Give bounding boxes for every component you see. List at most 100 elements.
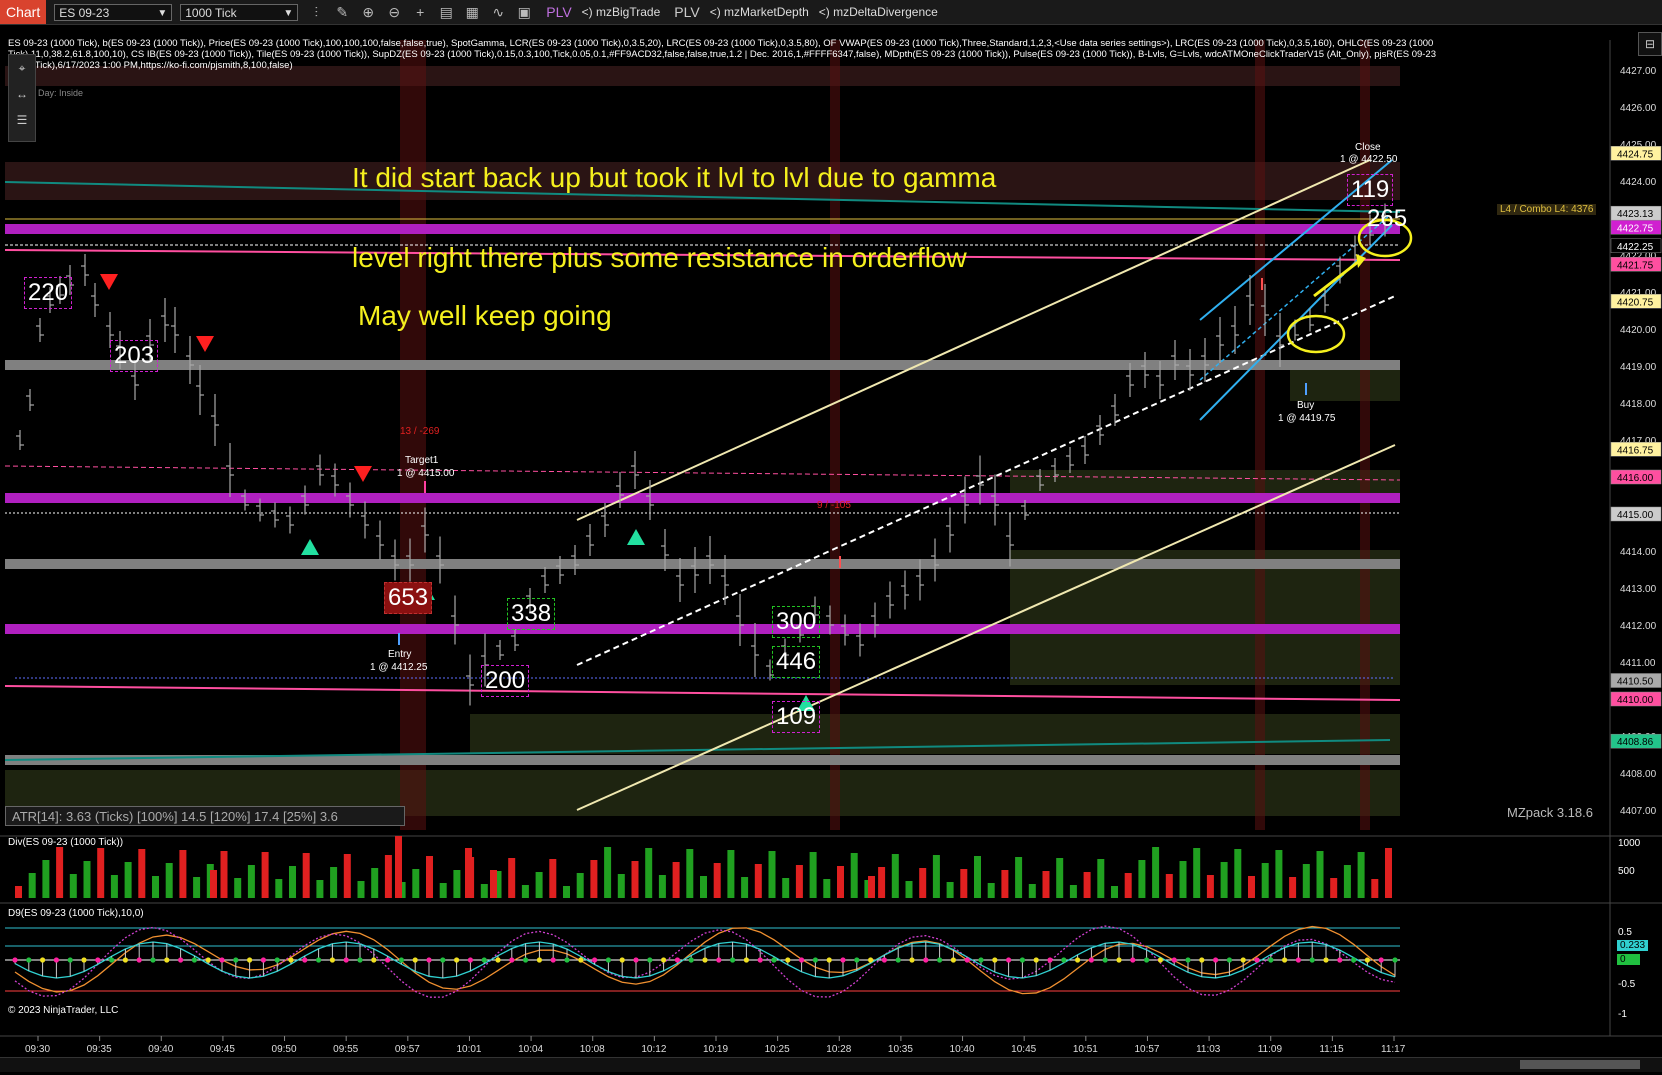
- price-tick-label: 4411.00: [1620, 658, 1656, 669]
- volume-cluster-box: 446: [772, 646, 821, 678]
- mzbigtrade-button[interactable]: <) mzBigTrade: [582, 5, 661, 19]
- time-tick-label: 09:40: [148, 1044, 173, 1055]
- time-axis: 09:30 09:35 09:40 09:45 09:50 09:55 09:57 10:01…: [25, 1036, 1406, 1055]
- trade-pnl-label: 9 / -105: [817, 500, 851, 511]
- div-bar: [617, 874, 625, 898]
- d9-dot: [1282, 957, 1288, 963]
- instrument-select[interactable]: ES 09-23 ▼: [54, 3, 173, 21]
- d9-dot: [633, 957, 639, 963]
- div-bar: [1138, 860, 1146, 898]
- div-bar: [878, 867, 886, 898]
- div-tick-500: 500: [1618, 866, 1635, 877]
- div-bar: [384, 855, 392, 898]
- d9-dot: [1033, 957, 1039, 963]
- crosshair-icon[interactable]: +: [412, 4, 428, 20]
- volume-cluster-box: 203: [110, 340, 159, 372]
- d9-tick: 0.5: [1618, 927, 1632, 938]
- chart-properties-button[interactable]: ⊟: [1638, 32, 1662, 56]
- div-bar: [69, 874, 77, 898]
- templates-icon[interactable]: ▣: [516, 4, 532, 21]
- d9-dot: [661, 957, 667, 963]
- div-bar: [1028, 884, 1036, 898]
- d9-dot: [895, 957, 901, 963]
- svg-text:4421.75: 4421.75: [1617, 260, 1654, 271]
- pencil-icon[interactable]: ✎: [334, 4, 350, 21]
- div-histogram: [15, 836, 1392, 898]
- indicators-icon[interactable]: ▦: [464, 4, 480, 21]
- price-tick-label: 4414.00: [1620, 547, 1657, 558]
- strategies-icon[interactable]: ∿: [490, 4, 506, 21]
- d9-dot: [509, 957, 515, 963]
- horizontal-scrollbar[interactable]: [0, 1057, 1662, 1072]
- d9-dot: [909, 957, 915, 963]
- svg-text:4410.50: 4410.50: [1617, 677, 1654, 688]
- d9-dot: [1323, 957, 1329, 963]
- d9-dot: [923, 957, 929, 963]
- d9-tick: -1: [1618, 1009, 1627, 1020]
- d9-dot: [205, 957, 211, 963]
- time-tick-label: 11:15: [1319, 1044, 1344, 1055]
- plv-button-1[interactable]: PLV: [546, 4, 571, 20]
- d9-dot: [1116, 957, 1122, 963]
- mzmarketdepth-button[interactable]: <) mzMarketDepth: [710, 5, 809, 19]
- period-select[interactable]: 1000 Tick ▼: [180, 3, 299, 21]
- d9-dot: [398, 957, 404, 963]
- d9-dot: [260, 957, 266, 963]
- d9-dot: [1309, 957, 1315, 963]
- time-tick-label: 09:55: [333, 1044, 358, 1055]
- div-bar: [480, 884, 488, 898]
- d9-dot: [647, 957, 653, 963]
- volume-cluster-box: 338: [507, 598, 556, 630]
- time-tick-label: 10:01: [456, 1044, 481, 1055]
- plv-button-2[interactable]: PLV: [674, 4, 699, 20]
- div-bar: [905, 881, 913, 898]
- time-tick-label: 10:12: [641, 1044, 666, 1055]
- zoom-in-icon[interactable]: ⊕: [360, 4, 376, 21]
- bars-icon[interactable]: ⫶: [308, 4, 324, 21]
- properties-icon[interactable]: ▤: [438, 4, 454, 21]
- sell-signal-arrow: [100, 274, 118, 290]
- d9-dot: [1226, 957, 1232, 963]
- measure-icon[interactable]: ↔: [9, 81, 35, 107]
- mzdeltadivergence-button[interactable]: <) mzDeltaDivergence: [819, 5, 938, 19]
- div-bar: [110, 875, 118, 898]
- div-bar: [124, 862, 132, 898]
- buy-detail: 1 @ 4419.75: [1278, 413, 1336, 424]
- div-bar: [521, 885, 529, 898]
- div-bar: [453, 870, 461, 898]
- div-bar: [1056, 858, 1064, 898]
- div-bar: [28, 873, 36, 898]
- d9-dot: [716, 957, 722, 963]
- menu-icon[interactable]: ☰: [9, 107, 35, 133]
- d9-dot: [564, 957, 570, 963]
- div-bar: [631, 861, 639, 898]
- div-bar: [165, 863, 173, 898]
- highlight-band: [1255, 40, 1265, 830]
- div-bar: [97, 848, 105, 898]
- chart-tab[interactable]: Chart: [0, 0, 47, 24]
- gamma-level: [5, 493, 1400, 503]
- div-bar: [1289, 877, 1297, 898]
- d9-dot: [1006, 957, 1012, 963]
- zoom-out-icon[interactable]: ⊖: [386, 4, 402, 21]
- d9-dot: [1378, 957, 1384, 963]
- div-bar: [960, 869, 968, 898]
- gamma-level: [5, 224, 1400, 234]
- price-tag: 4416.75: [1610, 442, 1662, 457]
- div-bar: [412, 869, 420, 898]
- mzbigtrade-label: mzBigTrade: [596, 5, 661, 19]
- d9-dot: [1254, 957, 1260, 963]
- scrollbar-thumb[interactable]: [1520, 1060, 1640, 1069]
- svg-text:4420.75: 4420.75: [1617, 297, 1654, 308]
- close-label: Close: [1355, 142, 1381, 153]
- div-bar: [1083, 872, 1091, 898]
- time-tick-label: 11:17: [1381, 1044, 1406, 1055]
- d9-dots: [12, 957, 1398, 963]
- price-tag: 4424.75: [1610, 146, 1662, 161]
- drawing-tools-panel: ⌖ ↔ ☰: [8, 54, 36, 142]
- crosshair-icon[interactable]: ⌖: [9, 55, 35, 81]
- annotation-arrow: [1313, 260, 1359, 298]
- price-tag: 4416.00: [1610, 469, 1662, 485]
- div-bar: [576, 873, 584, 898]
- div-bar: [1015, 857, 1023, 898]
